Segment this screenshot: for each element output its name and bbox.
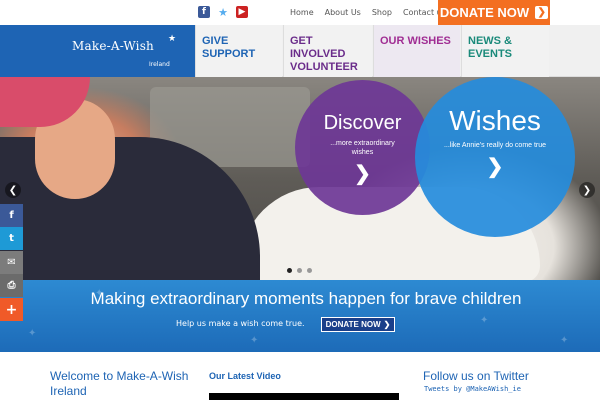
logo-country: Ireland (149, 61, 170, 68)
banner-subtitle: Help us make a wish come true. (176, 319, 305, 328)
banner-title: Making extraordinary moments happen for … (90, 289, 522, 308)
nav-our-wishes[interactable]: OUR WISHES (373, 25, 460, 77)
social-links: f ★ ▶ (198, 6, 248, 18)
top-links: Home About Us Shop Contact us (290, 8, 446, 17)
nav-give-support[interactable]: GIVE SUPPORT (195, 25, 282, 77)
nav-get-involved[interactable]: GET INVOLVED VOLUNTEER (283, 25, 372, 77)
link-shop[interactable]: Shop (372, 8, 392, 17)
facebook-icon[interactable]: f (198, 6, 210, 18)
main-nav: Make-A-Wish ★ Ireland GIVE SUPPORT GET I… (0, 25, 600, 77)
nav-news-events[interactable]: NEWS & EVENTS (461, 25, 549, 77)
logo[interactable]: Make-A-Wish ★ Ireland (0, 25, 195, 77)
slider-prev-button[interactable]: ❮ (5, 182, 21, 198)
slider-dot-2[interactable] (297, 268, 302, 273)
star-decoration: ✦ (560, 335, 569, 346)
youtube-icon[interactable]: ▶ (236, 6, 248, 18)
star-decoration: ✦ (28, 328, 37, 339)
top-bar: f ★ ▶ Home About Us Shop Contact us DONA… (0, 0, 600, 25)
logo-name: Make-A-Wish (72, 39, 154, 53)
welcome-heading: Welcome to Make-A-Wish Ireland (50, 369, 189, 398)
donate-now-button[interactable]: DONATE NOW ❯ (438, 0, 550, 25)
video-player[interactable] (209, 393, 399, 400)
share-twitter-icon[interactable]: t (0, 227, 23, 250)
chevron-right-icon: ❯ (486, 156, 504, 178)
star-icon: ★ (168, 34, 177, 44)
link-home[interactable]: Home (290, 8, 314, 17)
hero-slider: Discover ...more extraordinary wishes ❯ … (0, 77, 600, 280)
wishes-title: Wishes (449, 105, 541, 136)
discover-subtitle: ...more extraordinary wishes (330, 140, 395, 156)
share-more-icon[interactable]: + (0, 298, 23, 321)
wishes-subtitle: ...like Annie's really do come true (443, 142, 547, 149)
link-about-us[interactable]: About Us (325, 8, 361, 17)
slider-dot-1[interactable] (287, 268, 292, 273)
tweets-by-link[interactable]: Tweets by @MakeAWish_ie (424, 385, 521, 393)
chevron-right-icon: ❯ (535, 6, 549, 19)
chevron-right-icon: ❯ (354, 163, 371, 185)
share-print-icon[interactable]: ⎙ (0, 274, 23, 297)
slider-dots (287, 268, 312, 273)
slider-dot-3[interactable] (307, 268, 312, 273)
share-email-icon[interactable]: ✉ (0, 251, 23, 274)
twitter-icon[interactable]: ★ (217, 6, 229, 18)
latest-video-heading: Our Latest Video (209, 371, 281, 381)
banner-donate-label: DONATE NOW (325, 320, 381, 329)
twitter-heading: Follow us on Twitter (423, 369, 529, 383)
mission-banner: ✦ ✦ ✦ ✦ ✦ Making extraordinary moments h… (0, 280, 600, 352)
wishes-circle[interactable]: Wishes ...like Annie's really do come tr… (415, 77, 575, 237)
page: f ★ ▶ Home About Us Shop Contact us DONA… (0, 0, 600, 400)
star-decoration: ✦ (480, 315, 489, 326)
share-facebook-icon[interactable]: f (0, 204, 23, 227)
discover-title: Discover (323, 112, 402, 134)
discover-circle[interactable]: Discover ...more extraordinary wishes ❯ (295, 80, 430, 215)
banner-donate-button[interactable]: DONATE NOW ❯ (321, 317, 395, 332)
slider-next-button[interactable]: ❯ (579, 182, 595, 198)
chevron-right-icon: ❯ (383, 320, 391, 329)
donate-label: DONATE NOW (439, 5, 530, 20)
star-decoration: ✦ (250, 335, 259, 346)
